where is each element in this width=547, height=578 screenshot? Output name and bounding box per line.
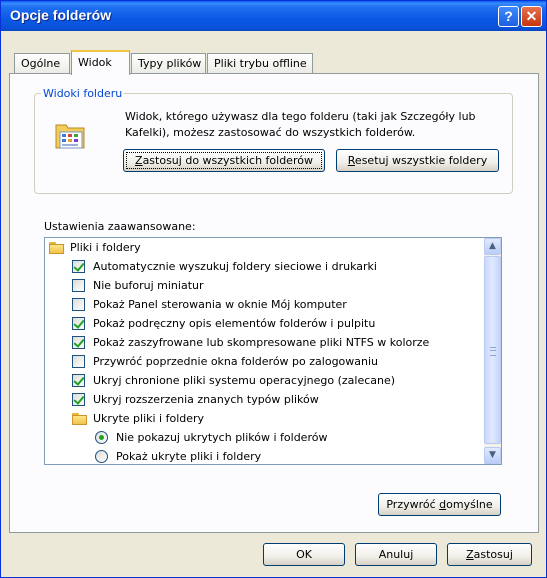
list-item[interactable]: Automatycznie wyszukuj foldery sieciowe … [72,257,377,276]
list-item[interactable]: Ukryj chronione pliki systemu operacyjne… [72,371,395,390]
list-item[interactable]: Pokaż ukryte pliki i foldery [95,447,261,464]
restore-defaults-button[interactable]: Przywróć domyślne [378,493,501,516]
list-item[interactable]: Ukryj rozszerzenia znanych typów plików [72,390,319,409]
list-item[interactable]: Pokaż zaszyfrowane lub skompresowane pli… [72,333,429,352]
checkbox[interactable] [72,317,85,330]
folder-icon [72,412,88,425]
list-item-folder: Pliki i foldery [49,238,141,257]
title-bar[interactable]: Opcje folderów ? ✕ [1,1,546,31]
scroll-down-button[interactable]: ▼ [484,447,501,464]
vertical-scrollbar[interactable]: ▲ ▼ [484,238,501,464]
close-button[interactable]: ✕ [521,6,542,27]
checkbox[interactable] [72,374,85,387]
help-button[interactable]: ? [498,6,519,27]
tab-offline-files[interactable]: Pliki trybu offline [207,53,313,73]
list-item[interactable]: Nie buforuj miniatur [72,276,204,295]
folder-icon [49,241,65,254]
folder-views-label: Widoki folderu [41,87,125,100]
radio-button[interactable] [95,450,108,463]
checkbox[interactable] [72,355,85,368]
grip-icon [490,347,496,356]
cancel-button[interactable]: Anuluj [355,543,437,566]
tab-general[interactable]: Ogólne [14,53,70,73]
checkbox[interactable] [72,336,85,349]
checkbox[interactable] [72,260,85,273]
tab-view[interactable]: Widok [71,50,130,75]
checkbox[interactable] [72,298,85,311]
folder-options-dialog: Opcje folderów ? ✕ Ogólne Widok Typy pli… [0,0,547,578]
list-item-folder: Ukryte pliki i foldery [72,409,204,428]
reset-all-folders-button[interactable]: Resetuj wszystkie foldery [336,149,499,172]
checkbox[interactable] [72,393,85,406]
list-item[interactable]: Pokaż podręczny opis elementów folderów … [72,314,375,333]
advanced-settings-label: Ustawienia zaawansowane: [44,220,196,233]
list-item[interactable]: Przywróć poprzednie okna folderów po zal… [72,352,378,371]
scroll-up-button[interactable]: ▲ [484,238,501,255]
list-item[interactable]: Pokaż Panel sterowania w oknie Mój kompu… [72,295,347,314]
tab-file-types[interactable]: Typy plików [131,53,206,73]
window-title: Opcje folderów [10,7,112,23]
checkbox[interactable] [72,279,85,292]
radio-button[interactable] [95,431,108,444]
folder-views-description: Widok, którego używasz dla tego folderu … [125,110,476,139]
list-item[interactable]: Nie pokazuj ukrytych plików i folderów [95,428,327,447]
scroll-thumb[interactable] [484,256,501,444]
ok-button[interactable]: OK [263,543,345,566]
advanced-settings-list[interactable]: Pliki i foldery Automatycznie wyszukuj f… [44,237,502,465]
folder-view-icon [55,124,85,149]
apply-to-all-folders-button[interactable]: Zastosuj do wszystkich folderów [123,149,325,172]
apply-button[interactable]: Zastosuj [447,543,532,566]
